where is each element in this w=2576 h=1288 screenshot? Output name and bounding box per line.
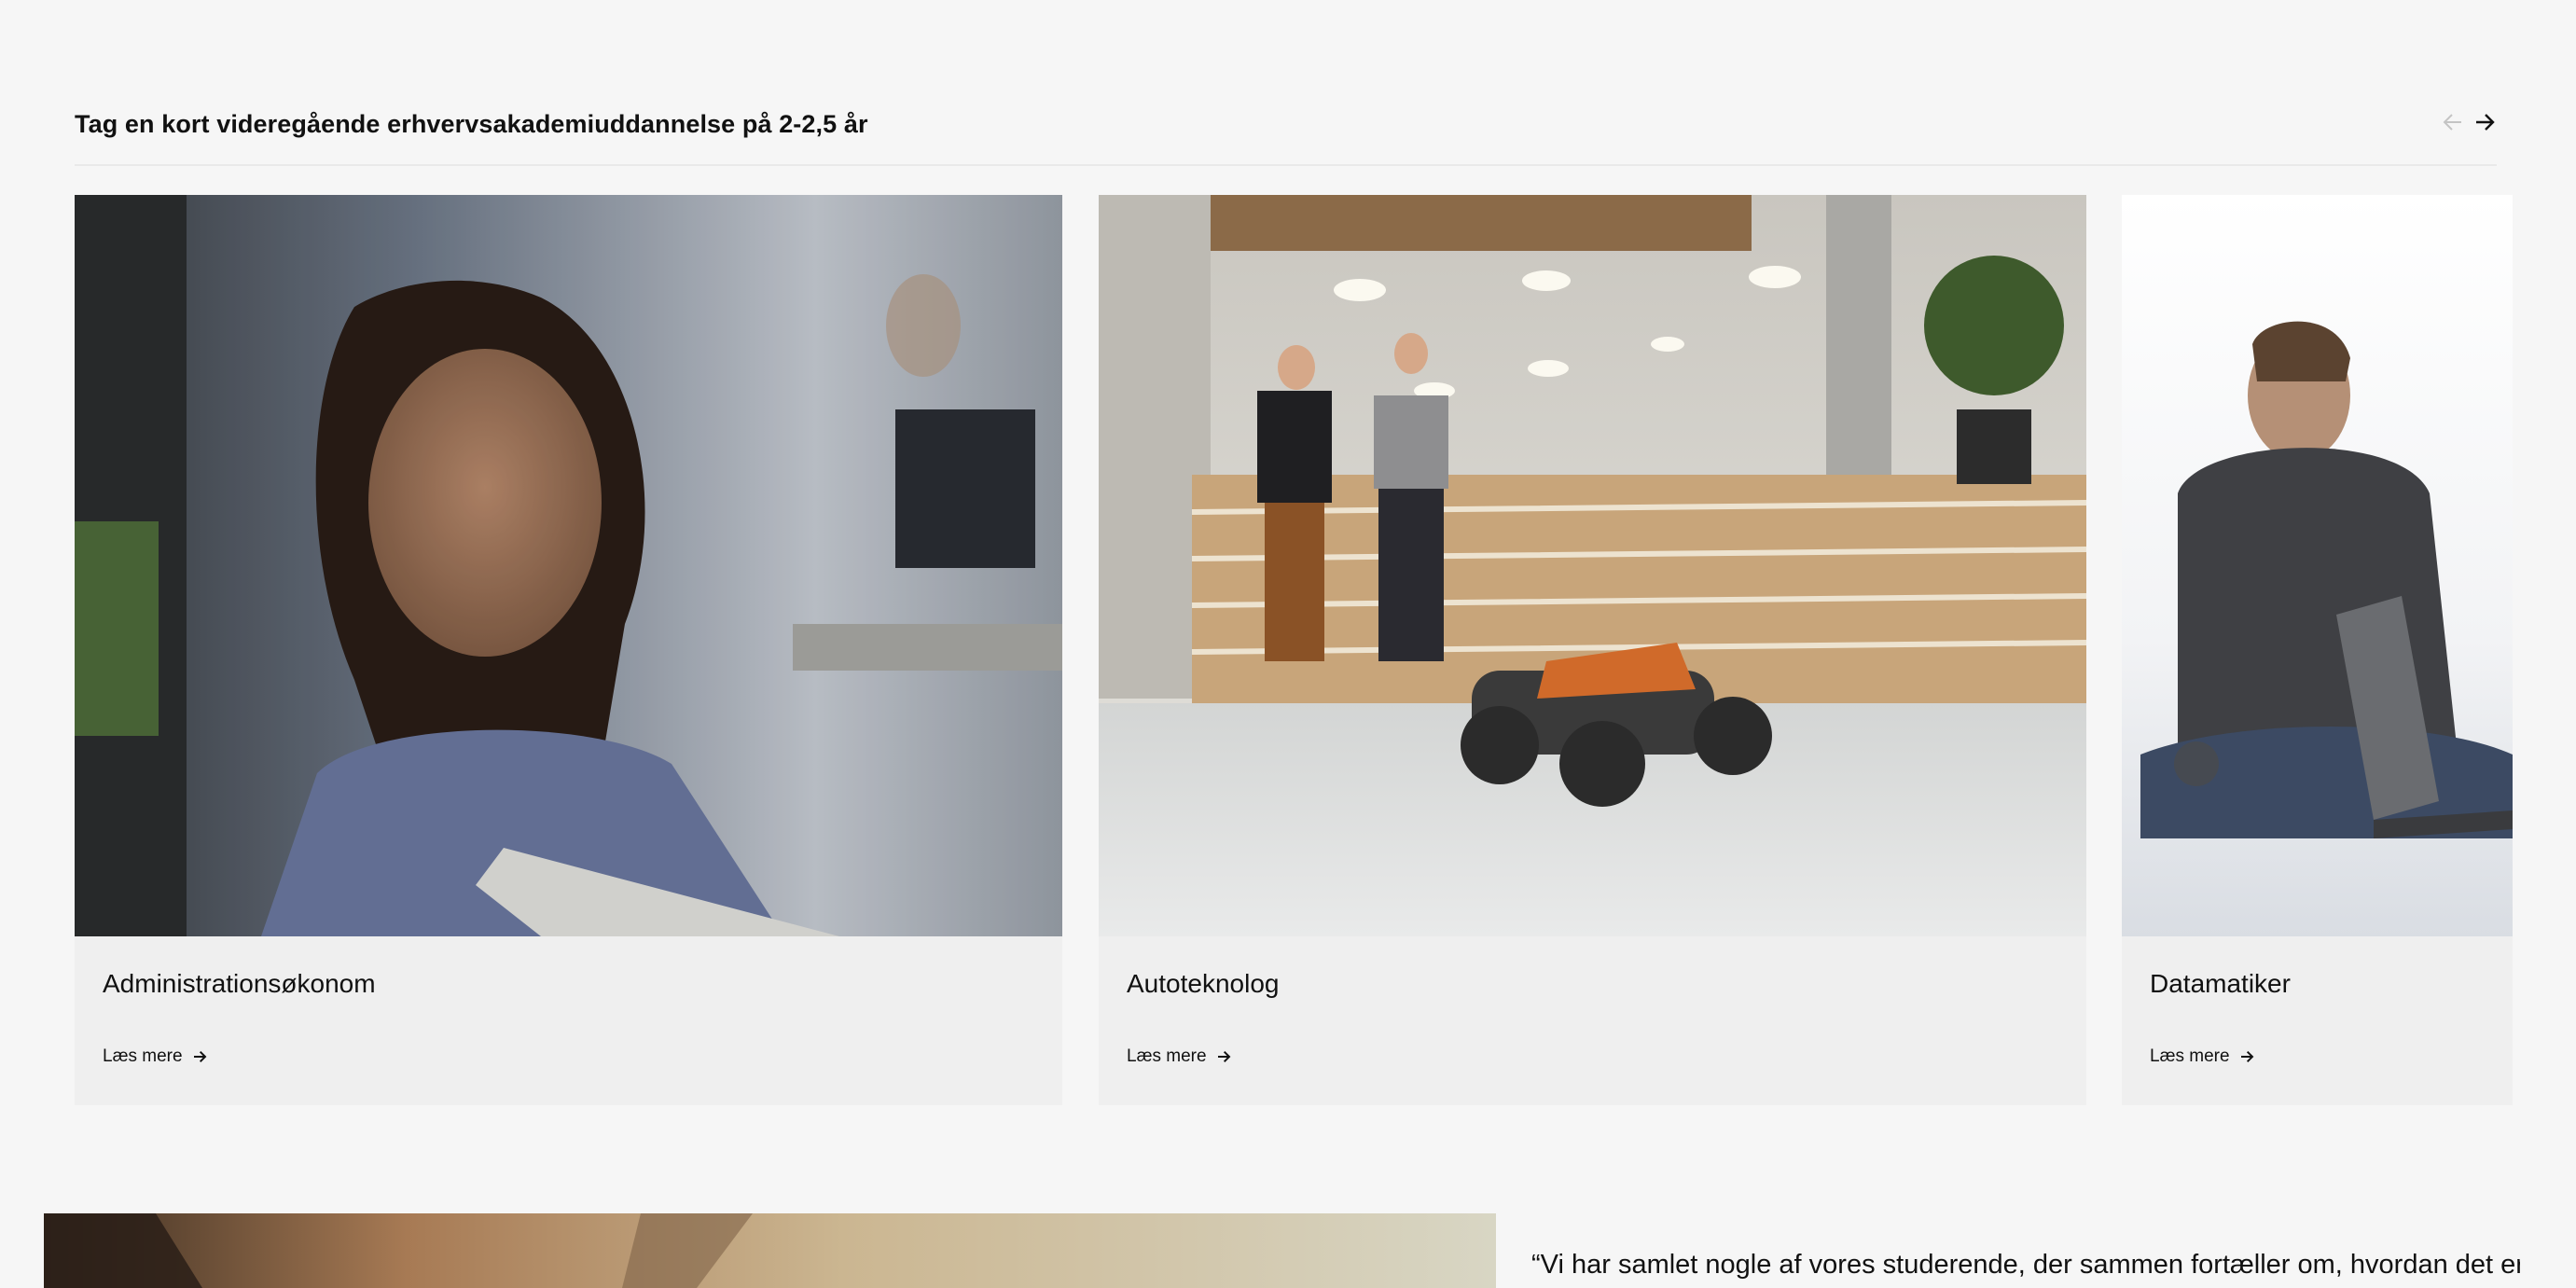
- testimonial-quote: “Vi har samlet nogle af vores studerende…: [1531, 1250, 2520, 1280]
- arrow-left-icon: [2443, 114, 2461, 131]
- arrow-right-icon: [192, 1049, 207, 1064]
- card-image-autoteknolog: [1099, 195, 2086, 936]
- card-image-administration: [75, 195, 1062, 936]
- read-more-label: Læs mere: [1127, 1046, 1207, 1066]
- student-testimonial-image: [44, 1213, 1496, 1288]
- card-image-datamatiker: [2122, 195, 2513, 936]
- card-title: Datamatiker: [2150, 969, 2291, 998]
- read-more-link[interactable]: Læs mere: [103, 1046, 207, 1067]
- arrow-right-icon: [2476, 114, 2495, 131]
- read-more-link[interactable]: Læs mere: [1127, 1046, 1231, 1067]
- education-card[interactable]: Administrationsøkonom Læs mere: [75, 195, 1062, 1105]
- read-more-label: Læs mere: [103, 1046, 183, 1066]
- card-title: Autoteknolog: [1127, 969, 1280, 998]
- section-header: Tag en kort videregående erhvervsakademi…: [75, 93, 2497, 166]
- education-card[interactable]: Datamatiker Læs mere: [2122, 195, 2513, 1105]
- read-more-link[interactable]: Læs mere: [2150, 1046, 2254, 1067]
- arrow-right-icon: [2239, 1049, 2254, 1064]
- education-card[interactable]: Autoteknolog Læs mere: [1099, 195, 2086, 1105]
- carousel-next-button[interactable]: [2469, 106, 2500, 138]
- education-carousel: Administrationsøkonom Læs mere Autotekno…: [75, 195, 2513, 1105]
- card-title: Administrationsøkonom: [103, 969, 376, 998]
- arrow-right-icon: [1216, 1049, 1231, 1064]
- read-more-label: Læs mere: [2150, 1046, 2230, 1066]
- carousel-prev-button[interactable]: [2437, 106, 2469, 138]
- section-title: Tag en kort videregående erhvervsakademi…: [75, 110, 868, 138]
